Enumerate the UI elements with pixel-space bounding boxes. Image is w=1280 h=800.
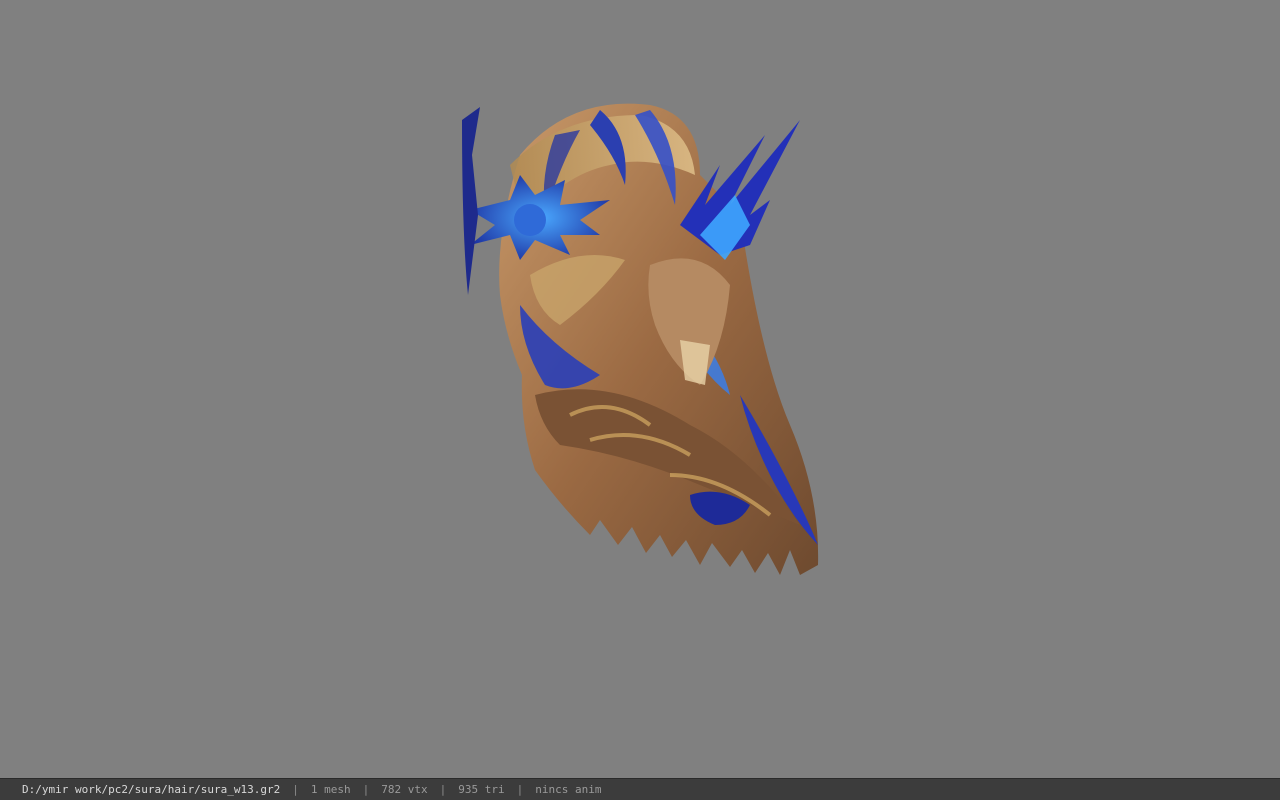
- vertex-count-label: 782 vtx: [381, 783, 428, 796]
- status-separator: |: [516, 783, 524, 796]
- animation-status-label: nincs anim: [535, 783, 602, 796]
- status-bar: D:/ymir work/pc2/sura/hair/sura_w13.gr2 …: [0, 778, 1280, 800]
- status-separator: |: [362, 783, 370, 796]
- file-path-label: D:/ymir work/pc2/sura/hair/sura_w13.gr2: [22, 783, 281, 796]
- status-separator: |: [292, 783, 299, 796]
- hair-mesh-model[interactable]: [450, 95, 830, 590]
- triangle-count-label: 935 tri: [458, 783, 505, 796]
- mesh-count-label: 1 mesh: [310, 783, 351, 796]
- 3d-viewport[interactable]: [0, 0, 1280, 778]
- status-separator: |: [439, 783, 447, 796]
